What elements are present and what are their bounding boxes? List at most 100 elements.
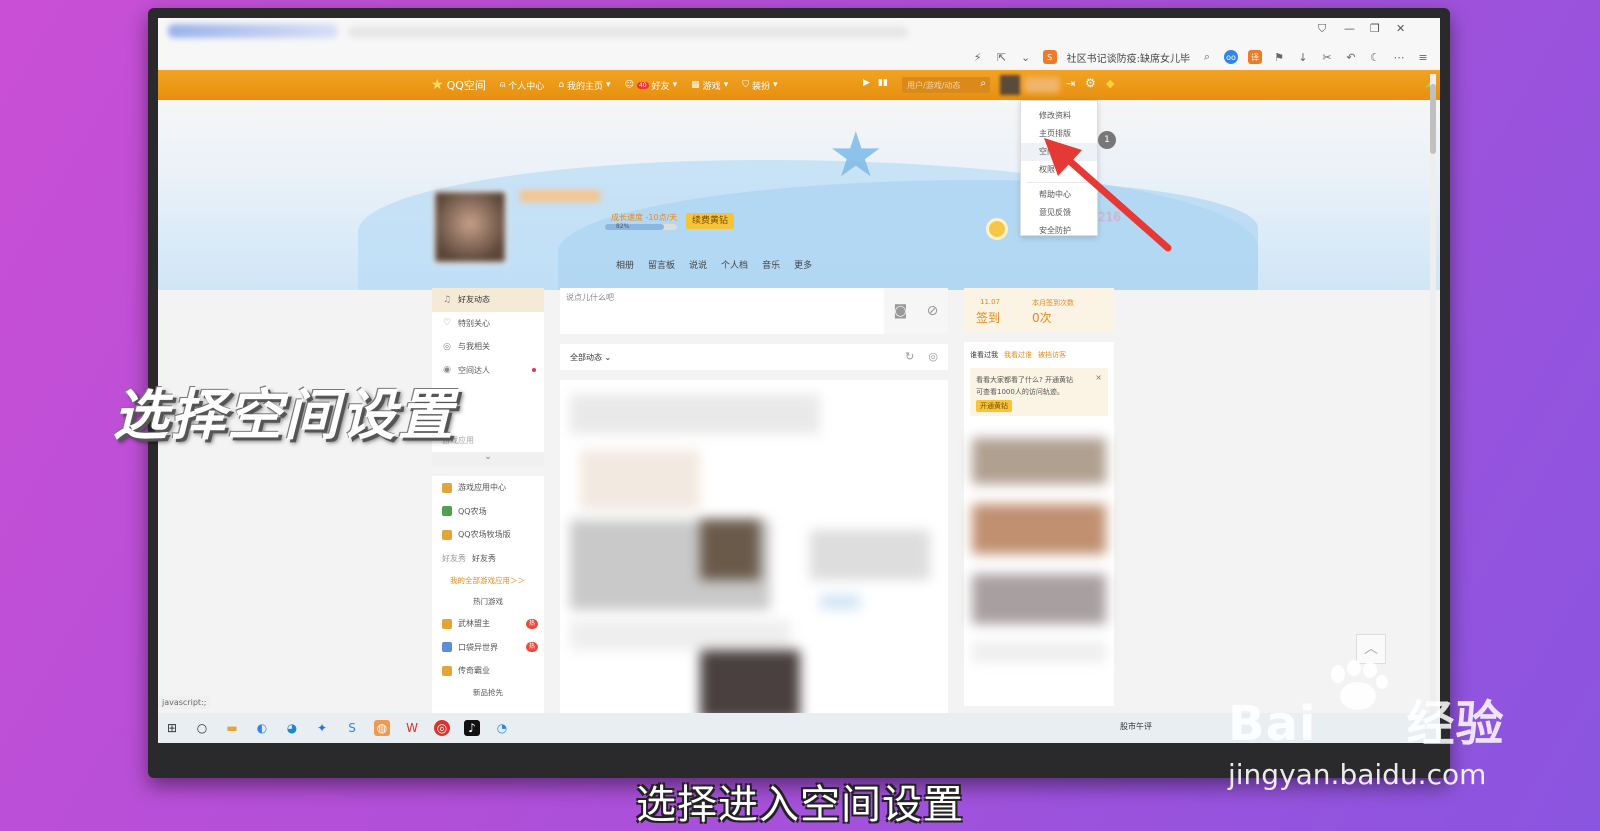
tab-who-viewed-me[interactable]: 谁看过我 bbox=[970, 350, 998, 360]
feed-image-blurred[interactable] bbox=[700, 650, 800, 720]
menu-item-edit-profile[interactable]: 修改资料 bbox=[1021, 107, 1097, 125]
grid-icon: ▦ bbox=[691, 80, 700, 90]
stocks-widget[interactable]: 股市午评 bbox=[1120, 721, 1152, 732]
nav-personal-center[interactable]: ⍝ 个人中心 bbox=[500, 79, 544, 92]
browser-taskbar-icon[interactable]: ◔ bbox=[494, 720, 510, 736]
app-qq-ranch[interactable]: QQ农场牧场版 bbox=[432, 523, 544, 547]
scissors-icon[interactable]: ✂ bbox=[1320, 50, 1334, 64]
heart-icon: ♡ bbox=[442, 318, 452, 329]
nav-games[interactable]: ▦ 游戏 ▾ bbox=[691, 79, 728, 92]
open-yellow-diamond-button[interactable]: 开通黄钻 bbox=[976, 400, 1012, 412]
wechat-icon[interactable]: ◍ bbox=[374, 720, 390, 736]
maximize-button[interactable]: ❐ bbox=[1370, 22, 1380, 35]
red-arrow-annotation bbox=[1044, 138, 1172, 252]
tab-more[interactable]: 更多 bbox=[794, 258, 812, 271]
sidebar-item-friend-feed[interactable]: ♫ 好友动态 bbox=[432, 288, 544, 312]
tab-blocked-visitors[interactable]: 被挡访客 bbox=[1038, 350, 1066, 360]
yellow-diamond-icon[interactable]: ◆ bbox=[1106, 77, 1114, 90]
sidebar-item-special-care[interactable]: ♡ 特别关心 bbox=[432, 312, 544, 336]
search-circle-icon[interactable]: ○ bbox=[194, 720, 210, 736]
extension-icon[interactable]: oo bbox=[1224, 50, 1238, 64]
netease-music-icon[interactable]: ◎ bbox=[434, 720, 450, 736]
post-placeholder: 说点儿什么吧 bbox=[566, 293, 614, 302]
search-icon[interactable]: ⌕ bbox=[1200, 50, 1214, 64]
pin-icon[interactable]: ⛉ bbox=[1318, 22, 1326, 36]
sogou-taskbar-icon[interactable]: S bbox=[344, 720, 360, 736]
app-friend-show[interactable]: 好友秀 好友秀 bbox=[432, 547, 544, 571]
qq-browser-icon[interactable]: ◐ bbox=[254, 720, 270, 736]
undo-icon[interactable]: ↶ bbox=[1344, 50, 1358, 64]
qq-search-input[interactable]: 用户/游戏/动态 ⌕ bbox=[902, 77, 990, 93]
sidebar-label: 特别关心 bbox=[458, 318, 490, 328]
nav-friends[interactable]: ☺ 40 好友 ▾ bbox=[625, 79, 678, 92]
close-icon[interactable]: × bbox=[1095, 372, 1102, 384]
tiktok-icon[interactable]: ♪ bbox=[464, 720, 480, 736]
camera-icon[interactable]: ◙ bbox=[894, 303, 908, 319]
expand-chevron-icon[interactable]: ⌄ bbox=[432, 452, 544, 466]
search-icon[interactable]: ⌕ bbox=[980, 78, 986, 89]
tab-profile[interactable]: 个人档 bbox=[721, 258, 748, 271]
nav-decorate[interactable]: ⛉ 装扮 ▾ bbox=[742, 79, 777, 92]
sun-icon[interactable] bbox=[986, 218, 1008, 240]
equalizer-icon[interactable]: ▮▮ bbox=[878, 78, 888, 88]
download-icon[interactable]: ↓ bbox=[1296, 50, 1310, 64]
wps-icon[interactable]: W bbox=[404, 720, 420, 736]
user-name-blurred[interactable] bbox=[1024, 77, 1060, 93]
visitor-avatar-blurred[interactable] bbox=[972, 504, 1106, 554]
edge-icon[interactable]: ◕ bbox=[284, 720, 300, 736]
page-scrollbar[interactable] bbox=[1430, 74, 1436, 714]
sidebar-item-related[interactable]: ◎ 与我相关 bbox=[432, 335, 544, 359]
broken-image-alt: 好友秀 bbox=[442, 553, 466, 563]
tab-message-board[interactable]: 留言板 bbox=[648, 258, 675, 271]
share-icon[interactable]: ⇱ bbox=[995, 50, 1009, 64]
all-apps-link[interactable]: 我的全部游戏应用＞＞ bbox=[432, 570, 544, 592]
windows-start-icon[interactable]: ⊞ bbox=[164, 720, 180, 736]
lightning-icon[interactable]: ⚡ bbox=[971, 50, 985, 64]
tab-shuoshuo[interactable]: 说说 bbox=[689, 258, 707, 271]
checkin-button[interactable]: 签到 bbox=[976, 309, 1000, 326]
minimize-button[interactable]: — bbox=[1344, 22, 1355, 35]
chevron-down-icon[interactable]: ⌄ bbox=[605, 353, 612, 362]
logout-icon[interactable]: ⇥ bbox=[1066, 77, 1075, 90]
hot-game-item[interactable]: 武林盟主 热 bbox=[432, 612, 544, 636]
gear-icon[interactable]: ⚙ bbox=[1085, 76, 1096, 90]
app-game-center[interactable]: 游戏应用中心 bbox=[432, 476, 544, 500]
browser-tab[interactable] bbox=[168, 24, 338, 38]
feed-image-blurred[interactable] bbox=[700, 520, 760, 580]
nav-label: 个人中心 bbox=[508, 81, 545, 92]
moon-icon[interactable]: ☾ bbox=[1368, 50, 1382, 64]
ranch-icon bbox=[442, 529, 452, 540]
nav-my-home[interactable]: ⌂ 我的主页 ▾ bbox=[558, 79, 610, 92]
close-window-button[interactable]: ✕ bbox=[1396, 22, 1405, 35]
refresh-icon[interactable]: ↻ bbox=[905, 350, 914, 363]
visitor-avatar-blurred[interactable] bbox=[972, 574, 1106, 624]
qq-space-logo[interactable]: ★ QQ空间 bbox=[431, 77, 486, 93]
feed-link-blurred[interactable] bbox=[820, 595, 860, 609]
avatar[interactable] bbox=[1000, 75, 1020, 95]
more-icon[interactable]: ⋯ bbox=[1392, 50, 1406, 64]
notice-line-1: 看看大家都看了什么? 开通黄钻 bbox=[976, 376, 1073, 384]
hot-game-item[interactable]: 口袋异世界 热 bbox=[432, 636, 544, 660]
news-ticker-text[interactable]: 社区书记谈防疫:缺席女儿毕 bbox=[1067, 50, 1190, 65]
feed-filter-select[interactable]: 全部动态 bbox=[570, 353, 602, 362]
play-icon[interactable]: ▶ bbox=[863, 78, 870, 88]
tab-music[interactable]: 音乐 bbox=[762, 258, 780, 271]
renew-yellow-diamond-button[interactable]: 续费黄钻 bbox=[686, 213, 735, 229]
post-input[interactable]: 说点儿什么吧 ◙ ⊘ bbox=[560, 288, 948, 334]
bookmark-icon[interactable]: ⚑ bbox=[1272, 50, 1286, 64]
scroll-thumb[interactable] bbox=[1430, 84, 1436, 154]
profile-avatar[interactable] bbox=[433, 190, 507, 264]
feather-icon[interactable]: ✦ bbox=[314, 720, 330, 736]
chevron-down-icon[interactable]: ⌄ bbox=[1019, 50, 1033, 64]
translate-icon[interactable]: 译 bbox=[1248, 50, 1262, 64]
feed-text-blurred bbox=[810, 530, 930, 580]
settings-circle-icon[interactable]: ◎ bbox=[928, 350, 938, 363]
menu-icon[interactable]: ≡ bbox=[1416, 50, 1430, 64]
tab-album[interactable]: 相册 bbox=[616, 258, 634, 271]
link-icon[interactable]: ⊘ bbox=[927, 303, 939, 319]
folder-icon[interactable]: ▬ bbox=[224, 720, 240, 736]
tab-who-i-viewed[interactable]: 我看过谁 bbox=[1004, 350, 1032, 360]
visitor-avatar-blurred[interactable] bbox=[972, 438, 1106, 484]
hot-game-item[interactable]: 传奇霸业 bbox=[432, 659, 544, 683]
app-qq-farm[interactable]: QQ农场 bbox=[432, 500, 544, 524]
